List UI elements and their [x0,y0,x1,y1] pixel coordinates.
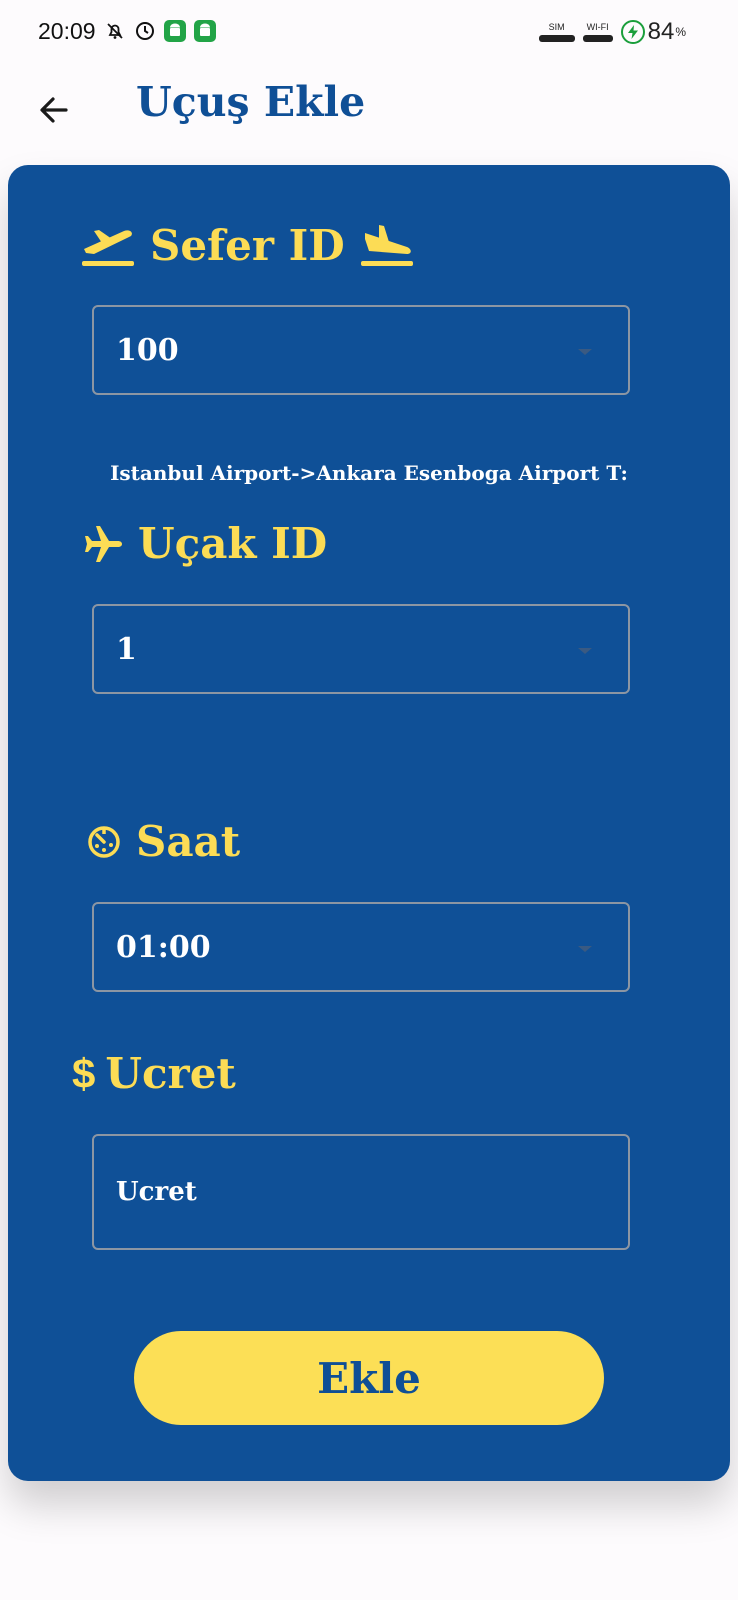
status-system-icons: SIM WI-FI 84% [538,18,686,46]
route-text: Istanbul Airport->Ankara Esenboga Airpor… [110,461,628,485]
battery-indicator: 84% [620,18,686,46]
sim-label: SIM [548,22,565,32]
wifi-signal-icon: WI-FI [582,22,613,42]
ucak-id-value: 1 [116,631,137,667]
sefer-id-label-row: Sefer ID [80,221,415,270]
saat-label-row: Saat [86,817,240,866]
status-notification-icons [104,20,216,42]
ucret-label-row: $ Ucret [72,1049,236,1098]
android-app-icon [194,20,216,42]
saat-label: Saat [136,817,241,866]
saat-dropdown[interactable]: 01:00 [92,902,630,992]
sefer-id-dropdown[interactable]: 100 [92,305,630,395]
ucak-id-label: Uçak ID [138,519,328,568]
flight-land-icon [360,224,413,266]
charging-icon [620,20,645,44]
dollar-icon: $ [72,1049,96,1097]
ucret-placeholder: Ucret [116,1177,197,1207]
status-bar: 20:09 SIM WI-FI 84% [0,0,738,66]
sefer-id-value: 100 [116,332,179,368]
arrow-left-icon [40,97,68,123]
flight-form-card: Sefer ID 100 Istanbul Airport->Ankara Es… [8,165,730,1481]
ucret-input[interactable]: Ucret [92,1134,630,1250]
airplane-icon [85,525,122,562]
bell-off-icon [104,20,126,42]
ucak-id-label-row: Uçak ID [84,519,327,568]
app-bar: Uçuş Ekle [0,66,738,162]
sim-signal-icon: SIM [538,22,575,42]
back-button[interactable] [30,86,78,134]
battery-percent: 84 [647,18,675,45]
ucak-id-dropdown[interactable]: 1 [92,604,630,694]
flight-takeoff-icon [82,229,134,266]
ucret-label: Ucret [105,1049,236,1098]
android-app-icon [164,20,186,42]
saat-value: 01:00 [116,929,211,965]
page-title: Uçuş Ekle [136,78,366,126]
timer-icon [88,825,120,858]
sefer-id-label: Sefer ID [150,221,345,270]
battery-unit: % [675,25,686,39]
ekle-button[interactable]: Ekle [134,1331,604,1425]
status-time: 20:09 [38,18,96,44]
chevron-down-icon [578,349,592,355]
chevron-down-icon [578,946,592,952]
wifi-label: WI-FI [586,22,609,32]
chevron-down-icon [578,648,592,654]
clock-icon [134,20,156,42]
